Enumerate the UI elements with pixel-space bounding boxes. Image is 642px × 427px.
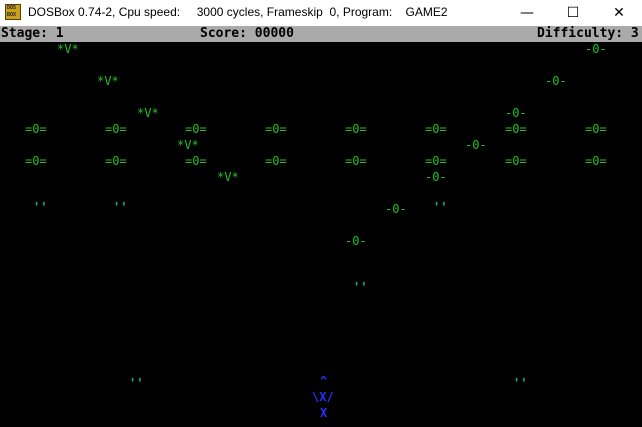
maximize-button[interactable]: ☐ xyxy=(550,0,596,26)
saucer: -0- xyxy=(465,138,487,152)
invader: =0= xyxy=(265,122,287,136)
invader: =0= xyxy=(185,154,207,168)
game-playfield[interactable]: *V* *V* *V* *V* *V* -0- -0- -0- -0- -0- … xyxy=(0,42,642,427)
saucer: -0- xyxy=(385,202,407,216)
close-icon: ✕ xyxy=(613,5,625,21)
alien: *V* xyxy=(217,170,239,184)
saucer: -0- xyxy=(545,74,567,88)
player-ship[interactable]: ^ \X/ X xyxy=(312,374,336,424)
title-bar: DOS BOX DOSBox 0.74-2, Cpu speed: 3000 c… xyxy=(0,0,642,26)
invader: =0= xyxy=(505,154,527,168)
bomb: '' xyxy=(129,376,144,390)
invader: =0= xyxy=(185,122,207,136)
bomb: '' xyxy=(513,376,528,390)
invader: =0= xyxy=(585,122,607,136)
saucer: -0- xyxy=(505,106,527,120)
alien: *V* xyxy=(97,74,119,88)
stage-label: Stage: 1 xyxy=(1,26,64,41)
invader: =0= xyxy=(265,154,287,168)
invader: =0= xyxy=(425,122,447,136)
dosbox-icon[interactable]: DOS BOX xyxy=(5,4,21,20)
invader: =0= xyxy=(345,122,367,136)
invader: =0= xyxy=(585,154,607,168)
bomb: '' xyxy=(433,200,448,214)
invader: =0= xyxy=(345,154,367,168)
player-top: ^ xyxy=(320,374,328,388)
invader: =0= xyxy=(505,122,527,136)
difficulty-label: Difficulty: 3 xyxy=(537,26,639,41)
bomb: '' xyxy=(113,200,128,214)
player-base: X xyxy=(320,406,328,420)
close-button[interactable]: ✕ xyxy=(596,0,642,26)
status-bar: Stage: 1 Score: 00000 Difficulty: 3 xyxy=(0,26,642,42)
maximize-icon: ☐ xyxy=(566,5,580,21)
score-label: Score: 00000 xyxy=(200,26,294,41)
invader: =0= xyxy=(425,154,447,168)
alien: *V* xyxy=(57,42,79,56)
player-body: \X/ xyxy=(312,390,334,404)
invader: =0= xyxy=(105,154,127,168)
saucer: -0- xyxy=(585,42,607,56)
minimize-button[interactable]: — xyxy=(504,0,550,26)
minimize-icon: — xyxy=(520,5,534,21)
alien: *V* xyxy=(177,138,199,152)
saucer: -0- xyxy=(345,234,367,248)
invader: =0= xyxy=(25,122,47,136)
alien: *V* xyxy=(137,106,159,120)
saucer: -0- xyxy=(425,170,447,184)
bomb: '' xyxy=(353,280,368,294)
window-title: DOSBox 0.74-2, Cpu speed: 3000 cycles, F… xyxy=(28,5,448,19)
invader: =0= xyxy=(25,154,47,168)
bomb: '' xyxy=(33,200,48,214)
invader: =0= xyxy=(105,122,127,136)
